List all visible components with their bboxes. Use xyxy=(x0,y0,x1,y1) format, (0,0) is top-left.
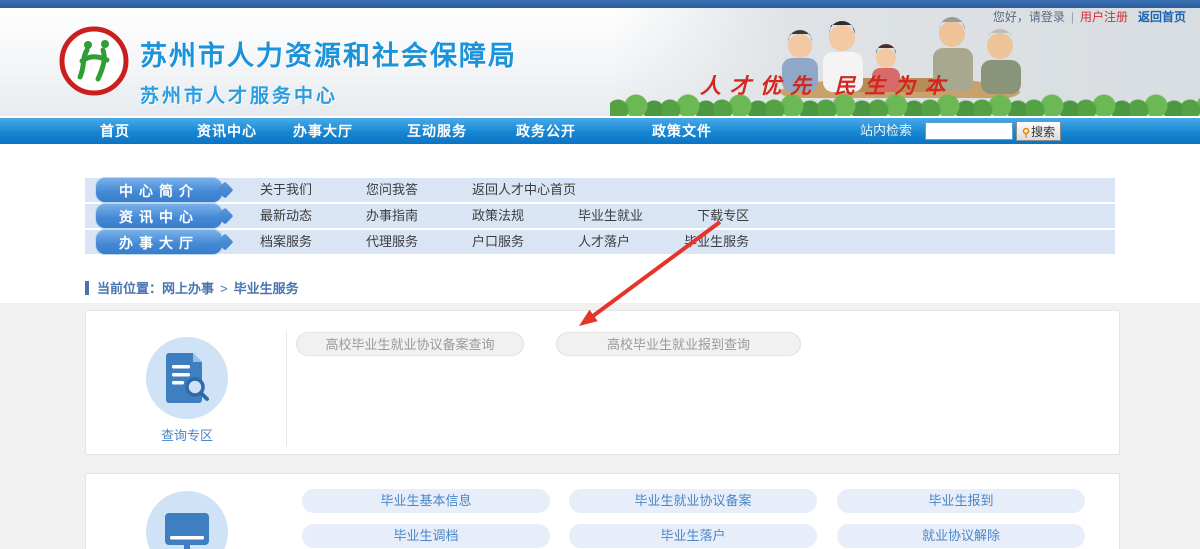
query-zone-card: 查询专区 高校毕业生就业协议备案查询 高校毕业生就业报到查询 xyxy=(85,310,1120,455)
document-magnifier-icon xyxy=(164,351,210,405)
breadcrumb: 当前位置：网上办事 > 毕业生服务 xyxy=(85,281,299,297)
nav-item-service-hall[interactable]: 办事大厅 xyxy=(293,118,353,144)
nav-item-policy-docs[interactable]: 政策文件 xyxy=(652,118,712,144)
greeting-text: 您好，请登录 xyxy=(993,10,1065,24)
query-zone-circle xyxy=(146,337,228,419)
login-separator: | xyxy=(1071,10,1074,24)
button-graduate-settlement[interactable]: 毕业生落户 xyxy=(569,524,817,548)
menu-link-archive-service[interactable]: 档案服务 xyxy=(260,230,312,254)
breadcrumb-prefix: 当前位置： xyxy=(97,281,162,296)
menu-link-latest-news[interactable]: 最新动态 xyxy=(260,204,312,228)
button-employment-agreement-record[interactable]: 毕业生就业协议备案 xyxy=(569,489,817,513)
register-link[interactable]: 用户注册 xyxy=(1080,10,1128,24)
search-icon: ⚲ xyxy=(1022,127,1030,139)
graduate-services-card: 毕业生基本信息 毕业生就业协议备案 毕业生报到 毕业生调档 毕业生落户 就业协议… xyxy=(85,473,1120,549)
button-graduate-basic-info[interactable]: 毕业生基本信息 xyxy=(302,489,550,513)
menu-row-center-intro: 中心简介 关于我们 您问我答 返回人才中心首页 xyxy=(85,178,1115,202)
menu-link-agency-service[interactable]: 代理服务 xyxy=(366,230,418,254)
breadcrumb-marker xyxy=(85,281,89,295)
nav-item-home[interactable]: 首页 xyxy=(100,118,130,144)
org-title: 苏州市人力资源和社会保障局 xyxy=(140,34,517,73)
breadcrumb-online-services[interactable]: 网上办事 xyxy=(162,281,214,296)
search-button[interactable]: ⚲搜索 xyxy=(1016,121,1061,141)
menu-links-row1: 关于我们 您问我答 返回人才中心首页 xyxy=(260,178,576,202)
site-titles: 苏州市人力资源和社会保障局 苏州市人才服务中心 xyxy=(140,34,517,108)
login-bar: 您好，请登录 | 用户注册返回首页 xyxy=(993,8,1186,25)
button-agreement-record-query[interactable]: 高校毕业生就业协议备案查询 xyxy=(296,332,524,356)
menu-link-return-talent-home[interactable]: 返回人才中心首页 xyxy=(472,178,576,202)
menu-tab-center-intro[interactable]: 中心简介 xyxy=(95,177,223,203)
search-input[interactable] xyxy=(925,122,1013,140)
menu-link-policies[interactable]: 政策法规 xyxy=(472,204,524,228)
suzhou-talent-logo-icon xyxy=(58,25,130,97)
breadcrumb-current: 毕业生服务 xyxy=(234,281,299,296)
page: 苏州市人力资源和社会保障局 苏州市人才服务中心 人才优先 民生为本 您好，请登录… xyxy=(0,0,1200,549)
menu-link-graduate-employment[interactable]: 毕业生就业 xyxy=(578,204,643,228)
menu-link-hukou-service[interactable]: 户口服务 xyxy=(472,230,524,254)
menu-link-service-guide[interactable]: 办事指南 xyxy=(366,204,418,228)
back-home-link[interactable]: 返回首页 xyxy=(1138,10,1186,24)
menu-link-talent-settlement[interactable]: 人才落户 xyxy=(578,230,630,254)
menu-row-news-center: 资讯中心 最新动态 办事指南 政策法规 毕业生就业 下载专区 xyxy=(85,204,1115,228)
monitor-icon xyxy=(161,507,213,549)
nav-item-gov-info[interactable]: 政务公开 xyxy=(516,118,576,144)
sub-title: 苏州市人才服务中心 xyxy=(140,81,517,108)
top-strip xyxy=(0,0,1200,8)
main-nav: 首页 资讯中心 办事大厅 互动服务 政务公开 政策文件 站内检索 ⚲搜索 xyxy=(0,118,1200,144)
nav-item-interactive[interactable]: 互动服务 xyxy=(407,118,467,144)
button-registration-query[interactable]: 高校毕业生就业报到查询 xyxy=(556,332,801,356)
menu-tab-news-center[interactable]: 资讯中心 xyxy=(95,203,223,229)
button-graduate-registration[interactable]: 毕业生报到 xyxy=(837,489,1085,513)
slogan-text: 人才优先 民生为本 xyxy=(700,70,954,100)
menu-link-about-us[interactable]: 关于我们 xyxy=(260,178,312,202)
query-zone-label: 查询专区 xyxy=(146,425,228,444)
services-zone-circle xyxy=(146,491,228,549)
nav-item-news-center[interactable]: 资讯中心 xyxy=(197,118,257,144)
menu-link-graduate-service[interactable]: 毕业生服务 xyxy=(684,230,749,254)
menu-row-service-hall: 办事大厅 档案服务 代理服务 户口服务 人才落户 毕业生服务 xyxy=(85,230,1115,254)
breadcrumb-separator: > xyxy=(220,281,228,296)
menu-link-downloads[interactable]: 下载专区 xyxy=(697,204,749,228)
menu-links-row2: 最新动态 办事指南 政策法规 毕业生就业 下载专区 xyxy=(260,204,749,228)
menu-links-row3: 档案服务 代理服务 户口服务 人才落户 毕业生服务 xyxy=(260,230,749,254)
card-divider xyxy=(286,331,287,446)
menu-tab-service-hall[interactable]: 办事大厅 xyxy=(95,229,223,255)
button-agreement-termination[interactable]: 就业协议解除 xyxy=(837,524,1085,548)
button-graduate-archive-transfer[interactable]: 毕业生调档 xyxy=(302,524,550,548)
site-search-label: 站内检索 xyxy=(860,118,912,144)
menu-link-qa[interactable]: 您问我答 xyxy=(366,178,418,202)
